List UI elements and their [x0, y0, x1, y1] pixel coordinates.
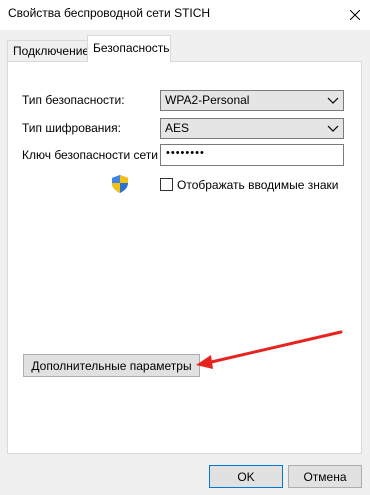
- tab-security[interactable]: Безопасность: [87, 35, 171, 62]
- security-type-label: Тип безопасности:: [22, 93, 125, 107]
- window-title: Свойства беспроводной сети STICH: [8, 6, 211, 20]
- chevron-down-icon: [327, 125, 339, 132]
- encryption-type-label: Тип шифрования:: [22, 121, 121, 135]
- uac-shield-icon: [112, 175, 128, 193]
- encryption-type-select[interactable]: AES: [160, 118, 344, 139]
- security-key-value: ••••••••: [166, 147, 205, 159]
- encryption-type-value: AES: [165, 121, 190, 135]
- close-icon: [350, 10, 360, 20]
- tab-connection-label: Подключение: [13, 44, 90, 58]
- tab-connection[interactable]: Подключение: [7, 40, 90, 62]
- security-key-input[interactable]: ••••••••: [160, 144, 344, 166]
- advanced-settings-button[interactable]: Дополнительные параметры: [23, 354, 200, 377]
- chevron-down-icon: [327, 97, 339, 104]
- security-key-label: Ключ безопасности сети: [22, 148, 158, 162]
- security-type-select[interactable]: WPA2-Personal: [160, 90, 344, 111]
- title-bar: Свойства беспроводной сети STICH: [0, 0, 370, 30]
- security-type-value: WPA2-Personal: [165, 93, 250, 107]
- close-button[interactable]: [340, 0, 370, 30]
- cancel-button[interactable]: Отмена: [288, 465, 362, 488]
- show-characters-label[interactable]: Отображать вводимые знаки: [177, 178, 338, 192]
- show-characters-checkbox[interactable]: [160, 178, 173, 191]
- ok-button[interactable]: OK: [209, 465, 283, 488]
- dialog-window: Свойства беспроводной сети STICH Подключ…: [0, 0, 370, 495]
- tab-security-label: Безопасность: [93, 41, 170, 55]
